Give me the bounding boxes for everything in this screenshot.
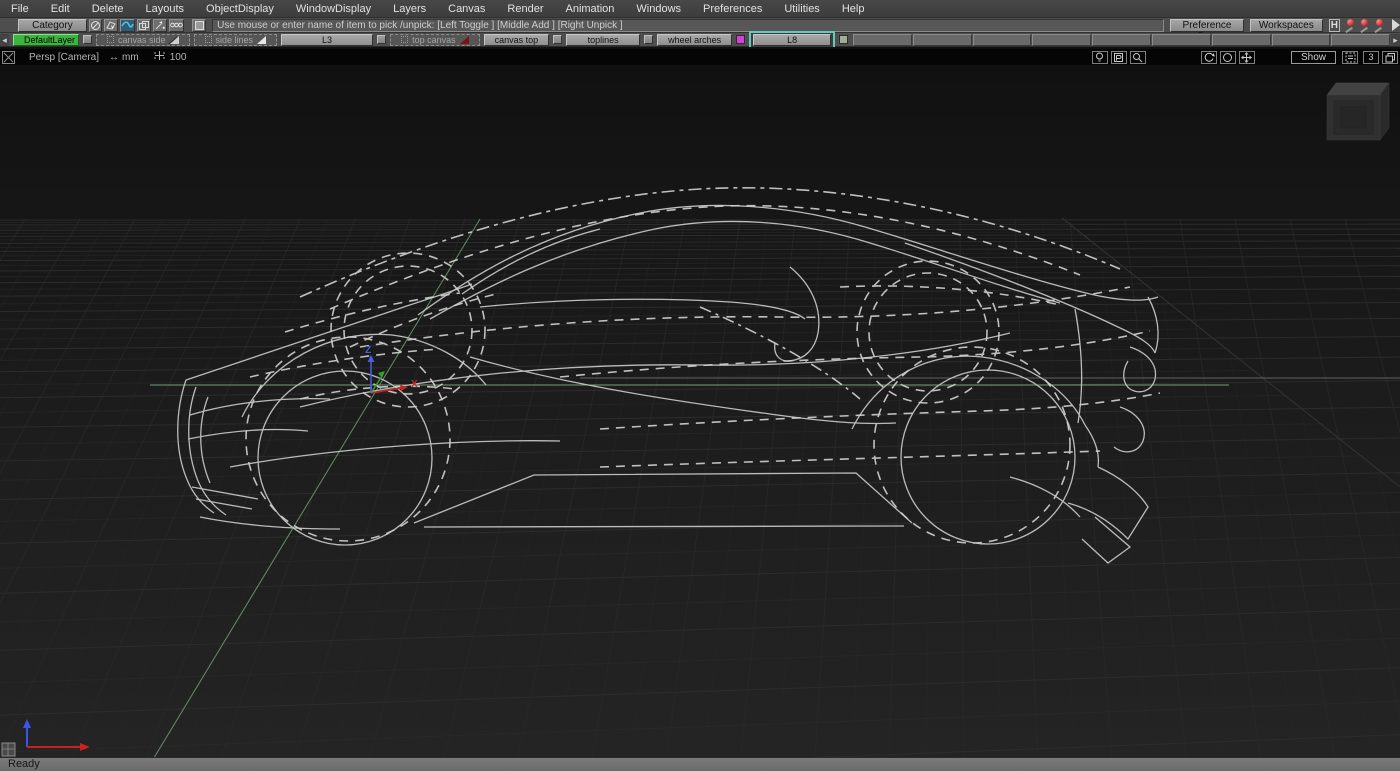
viewport-header: Persp [Camera] ↔ mm 100	[0, 49, 1400, 65]
alias-application-window: File Edit Delete Layouts ObjectDisplay W…	[0, 0, 1400, 771]
canvas-swatch-icon	[257, 36, 266, 44]
canvas-swatch-icon	[460, 36, 469, 44]
canvas-swatch-icon	[170, 36, 179, 44]
menu-objectdisplay[interactable]: ObjectDisplay	[195, 0, 285, 18]
menu-edit[interactable]: Edit	[40, 0, 81, 18]
status-text: Ready	[8, 758, 40, 770]
layer-top-canvas[interactable]: top canvas	[390, 34, 480, 46]
pick-point-icon[interactable]	[153, 19, 167, 32]
viewport-widget-icon[interactable]	[2, 51, 15, 64]
pick-curve-icon[interactable]	[120, 19, 135, 32]
bookmark-icon[interactable]	[1111, 51, 1127, 64]
layer-scroll-right-icon[interactable]: ▸	[1391, 34, 1400, 46]
layer-wheel-arches[interactable]: wheel arches	[657, 34, 732, 46]
view-count-badge[interactable]: 3	[1363, 51, 1379, 64]
pick-object-icon[interactable]	[104, 19, 118, 32]
grid-spacing-value: 100	[170, 52, 187, 63]
pick-toolbar: Category Use mouse or enter name of item…	[0, 18, 1400, 33]
units-arrow-icon: ↔	[109, 52, 119, 63]
viewport-title[interactable]: Persp [Camera]	[29, 52, 99, 63]
menu-render[interactable]: Render	[496, 0, 554, 18]
axis-x-label: X	[411, 379, 418, 390]
menu-canvas[interactable]: Canvas	[437, 0, 496, 18]
prompt-line[interactable]: Use mouse or enter name of item to pick …	[212, 19, 1164, 32]
layer-slot[interactable]	[1212, 34, 1271, 46]
grid-spacing-icon	[153, 50, 166, 64]
menu-windows[interactable]: Windows	[625, 0, 692, 18]
light-icon[interactable]	[1092, 51, 1108, 64]
pin-icon-1[interactable]	[1343, 19, 1355, 32]
hotkey-icon[interactable]: H	[1329, 19, 1340, 32]
layer-slot[interactable]	[1331, 34, 1390, 46]
pick-cv-icon[interactable]	[169, 19, 184, 32]
layer-label: canvas side	[118, 35, 166, 45]
grid-edge	[1062, 218, 1400, 487]
layer-empty-slots	[853, 34, 1391, 46]
layer-dot-icon	[107, 36, 114, 43]
layer-checkbox[interactable]	[83, 35, 92, 44]
preference-sets-button[interactable]: Preference Sets	[1170, 19, 1244, 32]
list-icon[interactable]	[1342, 51, 1358, 64]
pin-icon-3[interactable]	[1372, 19, 1384, 32]
category-button[interactable]: Category	[18, 19, 87, 32]
layer-slot[interactable]	[1152, 34, 1211, 46]
pan-icon[interactable]	[1239, 51, 1255, 64]
layer-scroll-left-icon[interactable]: ◂	[0, 34, 9, 46]
windows-icon[interactable]	[1382, 51, 1398, 64]
layer-dot-icon	[401, 36, 408, 43]
layer-canvas-side[interactable]: canvas side	[96, 34, 190, 46]
pin-icon-2[interactable]	[1358, 19, 1370, 32]
layer-label: top canvas	[412, 35, 456, 45]
layer-toplines[interactable]: toplines	[566, 34, 640, 46]
layer-l8[interactable]: L8	[753, 34, 831, 46]
layer-l3[interactable]: L3	[281, 34, 373, 46]
layer-slot[interactable]	[1272, 34, 1331, 46]
template-toggle-icon[interactable]	[192, 19, 206, 32]
menu-layers[interactable]: Layers	[382, 0, 437, 18]
tumble-icon[interactable]	[1201, 51, 1217, 64]
toolbar-expand-arrow-icon[interactable]	[1392, 19, 1400, 31]
layer-slot[interactable]	[913, 34, 972, 46]
menu-delete[interactable]: Delete	[81, 0, 135, 18]
menu-file[interactable]: File	[0, 0, 40, 18]
perspective-viewport[interactable]: Z X	[0, 47, 1400, 757]
workspaces-button[interactable]: Workspaces	[1250, 19, 1323, 32]
layer-slot[interactable]	[853, 34, 912, 46]
sage-swatch[interactable]	[839, 35, 848, 44]
menu-help[interactable]: Help	[831, 0, 876, 18]
status-bar: Ready	[0, 757, 1400, 771]
ground-grid-fine	[0, 219, 1400, 757]
layer-checkbox[interactable]	[644, 35, 653, 44]
menu-bar: File Edit Delete Layouts ObjectDisplay W…	[0, 0, 1400, 18]
viewport-units: mm	[122, 52, 139, 63]
menu-animation[interactable]: Animation	[555, 0, 626, 18]
menu-layouts[interactable]: Layouts	[135, 0, 196, 18]
axis-z-label: Z	[365, 345, 371, 356]
viewport-canvas[interactable]: Z X	[0, 47, 1400, 757]
pick-surface-icon[interactable]	[137, 19, 151, 32]
magnifier-icon[interactable]	[1130, 51, 1146, 64]
layer-canvas-top[interactable]: canvas top	[484, 34, 550, 46]
layer-l8-selected-frame: L8	[749, 31, 835, 49]
layer-checkbox[interactable]	[377, 35, 386, 44]
layer-dot-icon	[205, 36, 212, 43]
menu-windowdisplay[interactable]: WindowDisplay	[285, 0, 382, 18]
menu-utilities[interactable]: Utilities	[773, 0, 830, 18]
layer-slot[interactable]	[1032, 34, 1091, 46]
layer-slot[interactable]	[1092, 34, 1151, 46]
layer-defaultlayer[interactable]: DefaultLayer	[13, 34, 79, 46]
layer-side-lines[interactable]: side lines	[194, 34, 278, 46]
magenta-swatch[interactable]	[736, 35, 745, 44]
orbit-icon[interactable]	[1220, 51, 1236, 64]
layer-checkbox[interactable]	[553, 35, 562, 44]
view-cube[interactable]	[1327, 83, 1389, 140]
layer-label: side lines	[216, 35, 254, 45]
pick-nothing-icon[interactable]	[89, 19, 103, 32]
layer-bar: ◂ DefaultLayer canvas side side lines L3…	[0, 33, 1400, 47]
layer-slot[interactable]	[973, 34, 1032, 46]
show-button[interactable]: Show	[1291, 51, 1336, 64]
menu-preferences[interactable]: Preferences	[692, 0, 773, 18]
